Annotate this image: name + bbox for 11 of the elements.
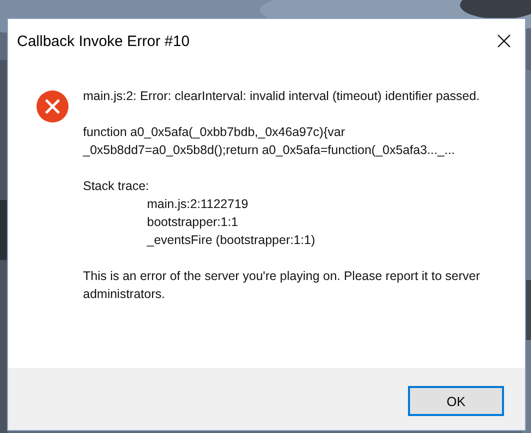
ok-button[interactable]: OK xyxy=(408,386,504,416)
window-title: Callback Invoke Error #10 xyxy=(17,32,190,50)
error-message: main.js:2: Error: clearInterval: invalid interval (timeout) identifier passed. xyxy=(83,88,481,105)
stack-frame: bootstrapper:1:1 xyxy=(83,213,505,231)
code-line: function a0_0x5afa(_0xbb7bdb,_0x46a97c){var xyxy=(83,124,346,141)
error-icon xyxy=(36,90,69,123)
note-text: This is an error of the server you're playing on. Please report it to server administrators. xyxy=(83,268,482,303)
stack-trace-label: Stack trace: xyxy=(83,178,150,195)
stack-frame: _eventsFire (bootstrapper:1:1) xyxy=(83,231,505,249)
stack-frame: main.js:2:1122719 xyxy=(83,195,505,213)
code-line: _0x5b8dd7=a0_0x5b8d();return a0_0x5afa=function(_0x5afa3..._... xyxy=(83,142,456,159)
